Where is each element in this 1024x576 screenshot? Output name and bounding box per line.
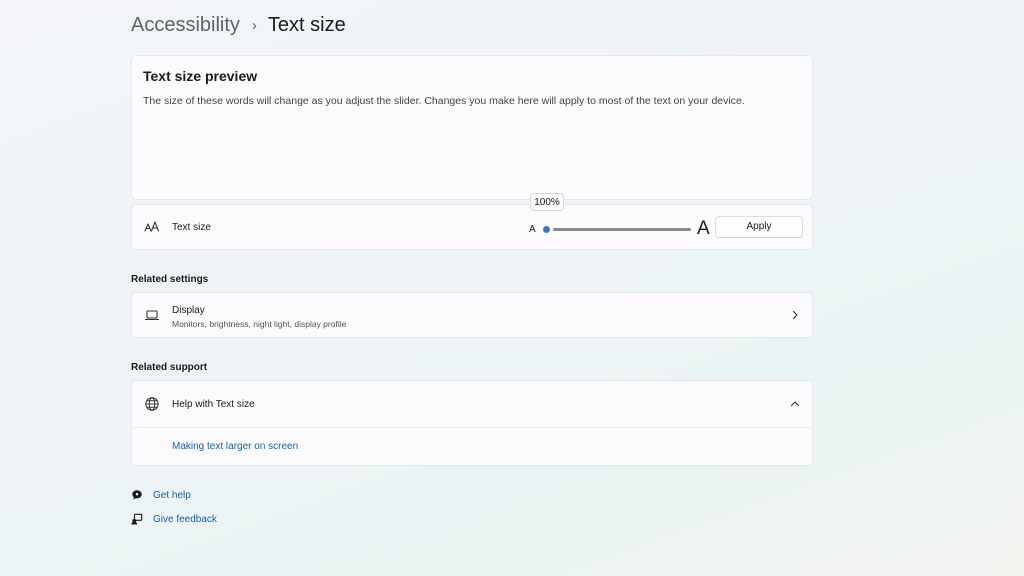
get-help-icon [131, 489, 143, 501]
text-size-row: Text size A A 100% Apply [131, 193, 813, 250]
preview-title: Text size preview [143, 68, 258, 84]
slider-thumb[interactable] [543, 226, 550, 233]
large-a-glyph: A [697, 218, 710, 239]
chevron-up-icon[interactable] [790, 399, 800, 409]
text-size-slider[interactable] [543, 222, 691, 236]
text-size-icon [144, 219, 160, 235]
making-text-larger-link[interactable]: Making text larger on screen [172, 441, 298, 452]
slider-value-tooltip: 100% [530, 193, 564, 211]
preview-description: The size of these words will change as y… [143, 95, 745, 107]
related-settings-heading: Related settings [131, 274, 209, 285]
slider-track[interactable] [553, 228, 691, 231]
breadcrumb: Accessibility › Text size [131, 14, 346, 37]
small-a-glyph: A [529, 224, 536, 235]
divider [132, 427, 812, 428]
display-settings-row[interactable]: Display Monitors, brightness, night ligh… [131, 292, 813, 338]
text-size-preview-card: Text size preview The size of these word… [131, 55, 813, 200]
give-feedback-label[interactable]: Give feedback [153, 514, 217, 525]
page-title: Text size [267, 14, 346, 36]
help-expander: Help with Text size Making text larger o… [131, 380, 813, 466]
related-support-heading: Related support [131, 362, 208, 373]
display-subtitle: Monitors, brightness, night light, displ… [172, 319, 347, 329]
give-feedback-icon [131, 513, 143, 525]
get-help-label[interactable]: Get help [153, 490, 191, 501]
help-with-text-size-title[interactable]: Help with Text size [172, 399, 255, 410]
text-size-label: Text size [172, 222, 211, 233]
apply-button[interactable]: Apply [715, 216, 803, 238]
laptop-icon [144, 307, 160, 323]
give-feedback-link[interactable]: Give feedback [131, 513, 217, 525]
get-help-link[interactable]: Get help [131, 489, 191, 501]
breadcrumb-separator: › [251, 17, 257, 34]
display-title: Display [172, 305, 205, 316]
breadcrumb-accessibility[interactable]: Accessibility [131, 14, 240, 37]
chevron-right-icon [790, 310, 800, 320]
globe-icon [144, 396, 160, 412]
